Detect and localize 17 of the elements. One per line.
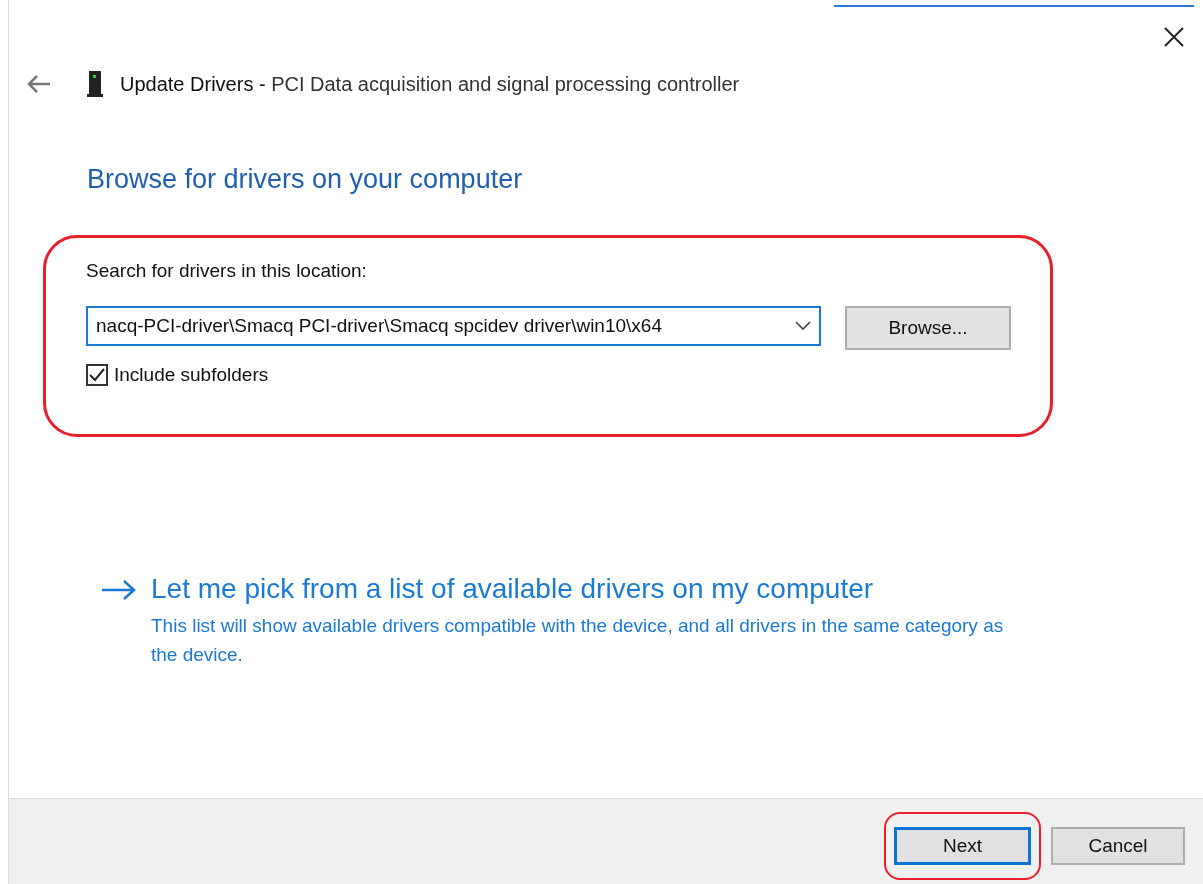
back-arrow-icon[interactable] [26, 74, 52, 94]
page-heading: Browse for drivers on your computer [87, 164, 524, 195]
device-name: PCI Data acquisition and signal processing controller [271, 72, 740, 96]
checkbox-label: Include subfolders [114, 364, 269, 386]
link-description: This list will show available drivers compatible with the device, and all drivers in the same category as the device. [151, 614, 1005, 667]
dialog-title: Update Drivers - [120, 72, 267, 96]
next-button[interactable]: Next [894, 826, 1031, 865]
close-icon[interactable] [1163, 26, 1185, 48]
browse-button[interactable]: Browse... [845, 306, 1011, 350]
path-field[interactable]: nacq-PCI-driver\Smacq PCI-driver\Smacq spcidev driver\win10\x64 [86, 306, 821, 346]
cancel-button[interactable]: Cancel [1051, 826, 1185, 865]
field-label: Search for drivers in this location: [86, 260, 368, 282]
pick-driver-link[interactable]: Let me pick from a list of available drivers on my computer [151, 573, 1011, 605]
checkbox[interactable] [86, 364, 108, 386]
right-arrow-icon[interactable] [101, 579, 137, 601]
device-icon [86, 70, 104, 98]
dropdown-caret-icon[interactable] [795, 321, 811, 331]
